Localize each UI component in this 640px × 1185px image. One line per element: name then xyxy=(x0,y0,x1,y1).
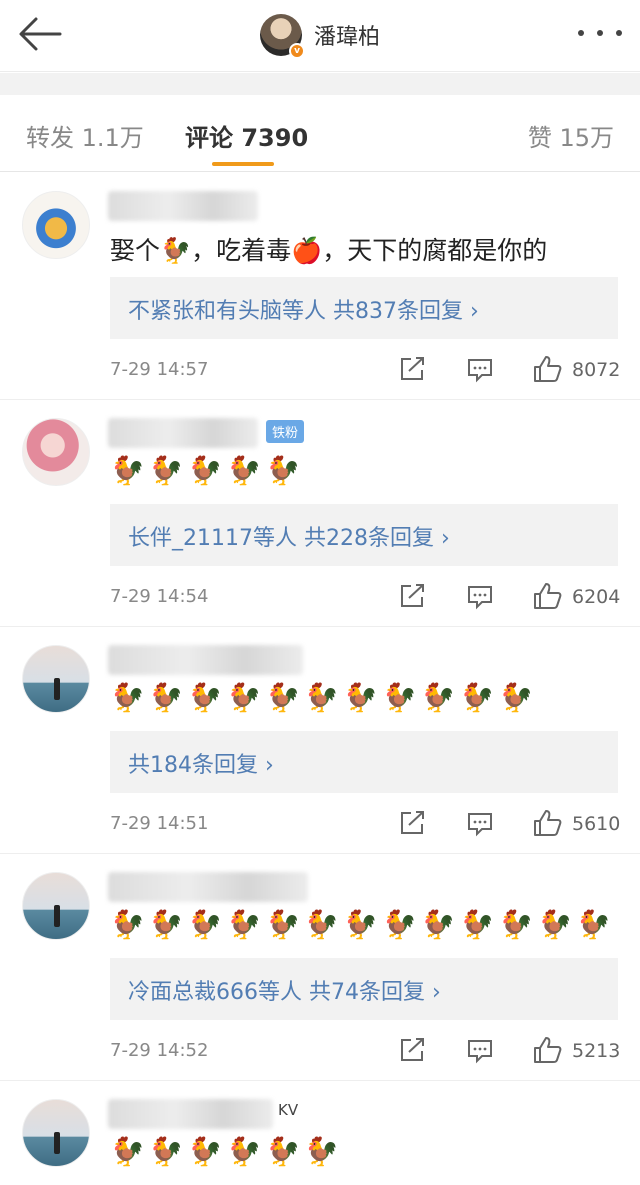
comment-text: 娶个🐓，吃着毒🍎，天下的腐都是你的 xyxy=(110,236,548,265)
like-count: 5610 xyxy=(572,813,621,835)
avatar[interactable] xyxy=(22,418,90,486)
avatar[interactable] xyxy=(22,1099,90,1167)
comment-icon[interactable] xyxy=(466,811,494,841)
replies-link[interactable]: 冷面总裁666等人 共74条回复 › xyxy=(128,974,441,1006)
comment-emojis: 🐓🐓🐓🐓🐓 xyxy=(110,454,305,487)
username-blurred[interactable] xyxy=(108,645,303,675)
replies-box[interactable]: 长伴_21117等人 共228条回复 › xyxy=(110,504,618,566)
repost-icon[interactable] xyxy=(398,1037,426,1067)
username-blurred[interactable] xyxy=(108,872,308,902)
list-item: 🐓🐓🐓🐓🐓🐓🐓🐓🐓🐓🐓 共184条回复 › 7-29 14:51 5610 xyxy=(0,627,640,854)
comment-time: 7-29 14:52 xyxy=(110,1040,209,1061)
thumbs-up-icon[interactable] xyxy=(532,1036,562,1068)
comment-icon[interactable] xyxy=(466,1038,494,1068)
username-blurred[interactable] xyxy=(108,191,258,221)
replies-link[interactable]: 共184条回复 › xyxy=(128,747,274,779)
list-item: 铁粉 🐓🐓🐓🐓🐓 长伴_21117等人 共228条回复 › 7-29 14:54… xyxy=(0,400,640,627)
repost-icon[interactable] xyxy=(398,810,426,840)
active-tab-indicator xyxy=(212,162,274,166)
replies-box[interactable]: 冷面总裁666等人 共74条回复 › xyxy=(110,958,618,1020)
avatar[interactable] xyxy=(22,645,90,713)
thumbs-up-icon[interactable] xyxy=(532,355,562,387)
tab-repost[interactable]: 转发 1.1万 xyxy=(26,118,144,153)
list-item: 娶个🐓，吃着毒🍎，天下的腐都是你的 不紧张和有头脑等人 共837条回复 › 7-… xyxy=(0,173,640,400)
username-suffix: KV xyxy=(278,1101,299,1119)
tab-comments[interactable]: 评论 7390 xyxy=(185,118,308,153)
avatar[interactable] xyxy=(22,191,90,259)
comment-emojis: 🐓🐓🐓🐓🐓🐓🐓🐓🐓🐓🐓🐓🐓 xyxy=(110,908,616,941)
list-item: 🐓🐓🐓🐓🐓🐓🐓🐓🐓🐓🐓🐓🐓 冷面总裁666等人 共74条回复 › 7-29 14… xyxy=(0,854,640,1081)
comment-emojis: 🐓🐓🐓🐓🐓🐓🐓🐓🐓🐓🐓 xyxy=(110,681,538,714)
fan-badge: 铁粉 xyxy=(266,420,305,443)
thumbs-up-icon[interactable] xyxy=(532,809,562,841)
tab-likes[interactable]: 赞 15万 xyxy=(528,118,614,153)
section-divider xyxy=(0,73,640,95)
replies-link[interactable]: 不紧张和有头脑等人 共837条回复 › xyxy=(128,293,479,325)
comment-time: 7-29 14:54 xyxy=(110,586,209,607)
comment-icon[interactable] xyxy=(466,357,494,387)
list-item: KV 🐓🐓🐓🐓🐓🐓 xyxy=(0,1081,640,1185)
page-title: 潘瑋柏 xyxy=(314,25,381,50)
profile-header[interactable]: v 潘瑋柏 xyxy=(260,12,381,59)
replies-link[interactable]: 长伴_21117等人 共228条回复 › xyxy=(128,520,450,552)
verified-badge: v xyxy=(289,43,305,59)
more-dots-icon[interactable] xyxy=(578,22,622,44)
username-blurred[interactable] xyxy=(108,418,258,448)
replies-box[interactable]: 共184条回复 › xyxy=(110,731,618,793)
comment-icon[interactable] xyxy=(466,584,494,614)
tab-bar: 转发 1.1万 评论 7390 赞 15万 xyxy=(0,96,640,172)
avatar[interactable] xyxy=(22,872,90,940)
top-bar: v 潘瑋柏 xyxy=(0,0,640,72)
avatar[interactable]: v xyxy=(260,14,305,59)
repost-icon[interactable] xyxy=(398,583,426,613)
back-arrow-icon[interactable] xyxy=(16,14,64,54)
like-count: 6204 xyxy=(572,586,621,608)
replies-box[interactable]: 不紧张和有头脑等人 共837条回复 › xyxy=(110,277,618,339)
username-blurred[interactable] xyxy=(108,1099,273,1129)
comment-time: 7-29 14:51 xyxy=(110,813,209,834)
like-count: 8072 xyxy=(572,359,621,381)
comment-emojis: 🐓🐓🐓🐓🐓🐓 xyxy=(110,1135,344,1168)
repost-icon[interactable] xyxy=(398,356,426,386)
like-count: 5213 xyxy=(572,1040,621,1062)
thumbs-up-icon[interactable] xyxy=(532,582,562,614)
comment-time: 7-29 14:57 xyxy=(110,359,209,380)
